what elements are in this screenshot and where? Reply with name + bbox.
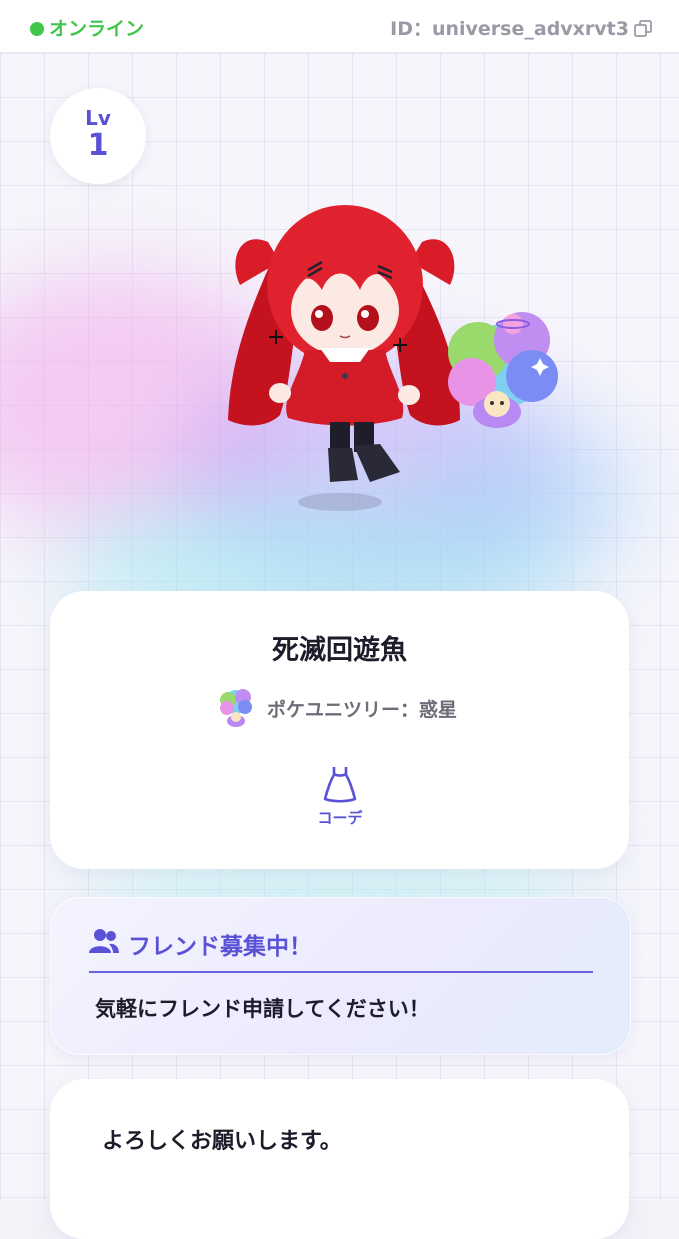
copy-icon[interactable] xyxy=(633,19,653,39)
online-status-text: オンライン xyxy=(49,18,145,40)
avatar-illustration[interactable] xyxy=(210,190,570,520)
friends-icon xyxy=(89,929,119,953)
poke-tree-row: ポケユニツリー：惑星 xyxy=(216,687,516,727)
poke-tree-text: ポケユニツリー：惑星 xyxy=(267,699,458,721)
username: 死滅回遊魚 xyxy=(272,635,407,666)
divider xyxy=(89,971,593,973)
profile-card: 死滅回遊魚 ポケユニツリー：惑星 コーデ xyxy=(50,591,629,869)
online-status-dot xyxy=(30,22,44,36)
level-value: 1 xyxy=(87,128,109,163)
coordinate-label: コーデ xyxy=(317,809,363,827)
dress-icon xyxy=(323,767,357,803)
coordinate-button[interactable]: コーデ xyxy=(306,765,374,831)
planet-tree-icon xyxy=(220,689,252,727)
friend-recruit-message: 気軽にフレンド申請してください！ xyxy=(95,997,430,1021)
bio-text: よろしくお願いします。 xyxy=(102,1129,342,1154)
user-id-text: ID：universe_advxrvt3 xyxy=(390,18,629,40)
level-badge: Lv 1 xyxy=(50,88,146,184)
bio-card: よろしくお願いします。 xyxy=(50,1079,629,1239)
friend-recruit-card: フレンド募集中！ 気軽にフレンド申請してください！ xyxy=(50,897,631,1055)
friend-recruit-title: フレンド募集中！ xyxy=(128,934,312,960)
level-label: Lv xyxy=(85,106,111,130)
top-status-bar: オンライン ID：universe_advxrvt3 xyxy=(0,0,679,53)
